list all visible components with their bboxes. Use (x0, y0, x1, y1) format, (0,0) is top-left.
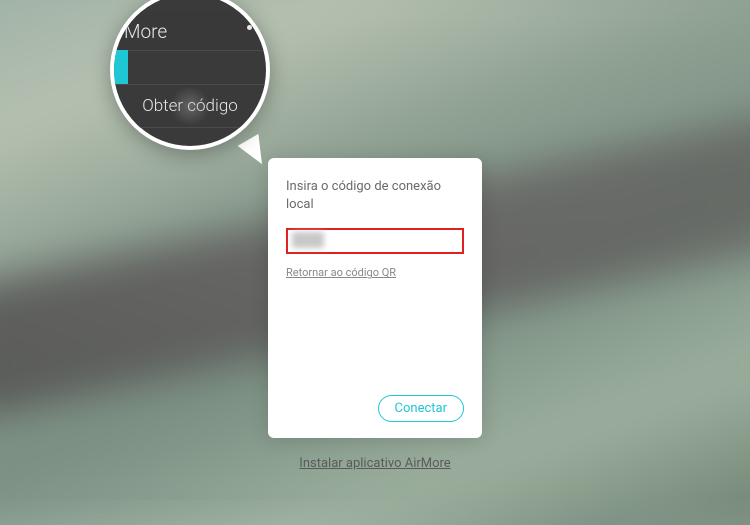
callout-header: More (114, 12, 266, 50)
connect-button[interactable]: Conectar (378, 395, 464, 422)
return-qr-link[interactable]: Retornar ao código QR (286, 266, 464, 279)
more-icon (247, 16, 252, 30)
phone-callout: More Obter código (110, 0, 270, 150)
code-input-wrap (286, 228, 464, 254)
connection-card: Insira o código de conexão local Retorna… (268, 158, 482, 438)
install-app-link[interactable]: Instalar aplicativo AirMore (0, 456, 750, 471)
get-code-menu-item: Obter código (114, 84, 266, 128)
callout-header-text: More (124, 20, 167, 43)
code-input[interactable] (286, 228, 464, 254)
card-title: Insira o código de conexão local (286, 178, 464, 214)
callout-item-text: Obter código (142, 96, 238, 116)
